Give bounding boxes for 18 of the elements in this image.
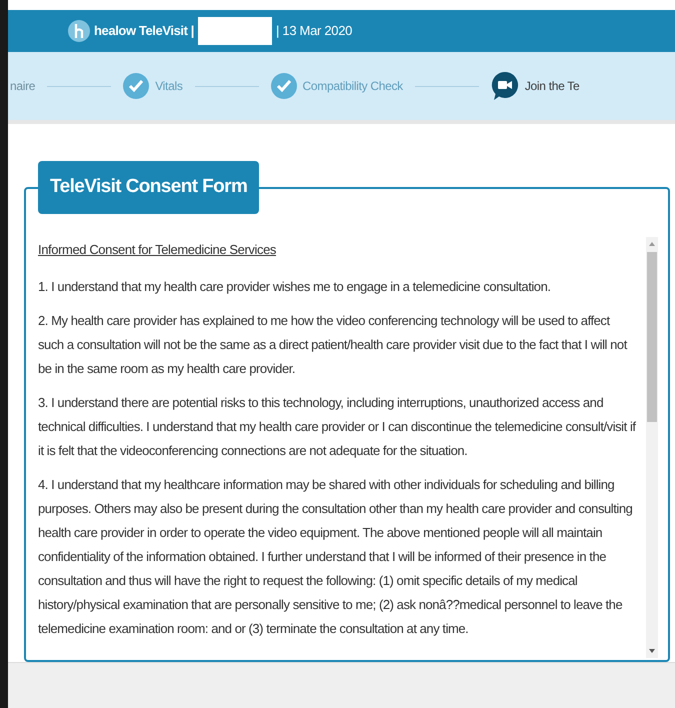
step-label: naire: [10, 78, 36, 95]
consent-paragraph: 2. My health care provider has explained to me how the video conferencing technology will be used to affect such a consultation will not be the same as a direct patient/health care provider visit due to the fact that I will not be in the same room as my health care provider.: [38, 312, 628, 378]
consent-heading: Informed Consent for Telemedicine Services: [38, 241, 276, 259]
scrollbar[interactable]: [646, 237, 658, 658]
form-title: TeleVisit Consent Form: [38, 161, 260, 214]
logo-icon: [68, 20, 90, 42]
consent-paragraph: 3. I understand there are potential risks to this technology, including interruptions, unauthorized access and technical difficulties. I understand that my health care provider or I can discontinue the telemedicine consult/visit if it is felt that the videoconferencing connections are not adequate for the situation.: [38, 394, 637, 460]
video-chat-icon: [490, 71, 519, 101]
app-name: healow TeleVisit |: [94, 22, 194, 40]
step-label: Join the Te: [524, 78, 580, 95]
scroll-thumb[interactable]: [647, 252, 657, 422]
scroll-down-icon: [648, 647, 656, 655]
consent-paragraph: 4. I understand that my healthcare information may be shared with other individuals for scheduling and billing purposes. Others may also be present during the consultation other than my health care provider and consulting health care provider in order to operate the video equipment. The above mentioned people will all maintain confidentiality of the information obtained. I further understand that I will be informed of their presence in the consultation and thus will have the right to request the following: (1) omit specific details of my medical history/physical examination that are personally sensitive to me; (2) ask nonâ??medical personnel to leave the telemedicine examination room: and or (3) terminate the consultation at any time.: [38, 476, 634, 638]
step-label: Vitals: [155, 78, 183, 95]
step-label: Compatibility Check: [302, 78, 403, 95]
consent-paragraph: 1. I understand that my health care provider wishes me to engage in a telemedicine consultation.: [38, 278, 552, 296]
scroll-up-icon[interactable]: [648, 240, 656, 248]
visit-date: | 13 Mar 2020: [276, 22, 352, 40]
